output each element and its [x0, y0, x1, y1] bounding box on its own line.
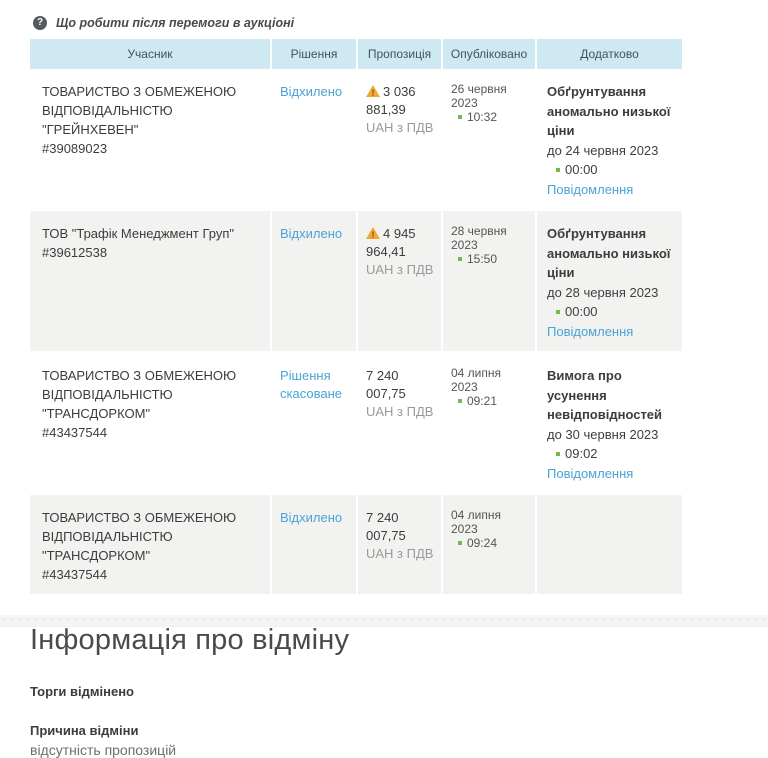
- column-header-proposal: Пропозиція: [356, 39, 441, 69]
- help-link[interactable]: Що робити після перемоги в аукціоні: [56, 16, 294, 30]
- extra-deadline-date: до 30 червня 2023: [547, 426, 659, 442]
- cancellation-reason-value: відсутність пропозицій: [30, 742, 177, 758]
- participant-cell: ТОВАРИСТВО З ОБМЕЖЕНОЮ ВІДПОВІДАЛЬНІСТЮ …: [30, 495, 270, 595]
- table-row: ТОВАРИСТВО З ОБМЕЖЕНОЮ ВІДПОВІДАЛЬНІСТЮ …: [30, 69, 692, 211]
- column-header-extra: Додатково: [535, 39, 682, 69]
- published-cell: 04 липня 2023 09:24: [441, 495, 535, 595]
- extra-deadline-time: 09:02: [565, 446, 598, 461]
- cancellation-section: Інформація про відміну Торги відмінено П…: [30, 624, 768, 758]
- participant-cell: ТОВ "Трафік Менеджмент Груп" #39612538: [30, 211, 270, 351]
- published-date: 28 червня 2023: [451, 224, 507, 252]
- message-link[interactable]: Повідомлення: [547, 180, 633, 200]
- published-cell: 28 червня 2023 15:50: [441, 211, 535, 351]
- extra-title: Обґрунтування аномально низької ціни: [547, 84, 671, 138]
- extra-deadline-date: до 24 червня 2023: [547, 142, 659, 158]
- proposal-cell: 4 945 964,41 UAH з ПДВ: [356, 211, 441, 351]
- message-link[interactable]: Повідомлення: [547, 464, 633, 484]
- decision-link[interactable]: Відхилено: [280, 509, 342, 527]
- bullet-icon: [458, 399, 462, 403]
- column-header-participant: Учасник: [30, 39, 270, 69]
- footer-band: [0, 615, 768, 627]
- participant-id: #39089023: [42, 140, 108, 156]
- bullet-icon: [458, 541, 462, 545]
- participant-id: #39612538: [42, 244, 108, 260]
- proposal-currency: UAH з ПДВ: [366, 262, 434, 278]
- table-row: ТОВАРИСТВО З ОБМЕЖЕНОЮ ВІДПОВІДАЛЬНІСТЮ …: [30, 353, 692, 495]
- qualification-table: Учасник Рішення Пропозиція Опубліковано …: [30, 39, 692, 597]
- bullet-icon: [556, 452, 560, 456]
- extra-cell: [535, 495, 682, 595]
- published-time: 09:21: [467, 394, 498, 408]
- participant-name: ТОВ "Трафік Менеджмент Груп": [42, 226, 234, 241]
- warning-icon: [366, 227, 380, 242]
- published-date: 04 липня 2023: [451, 508, 502, 536]
- participant-name: ТОВАРИСТВО З ОБМЕЖЕНОЮ ВІДПОВІДАЛЬНІСТЮ …: [42, 84, 237, 137]
- proposal-amount: 7 240 007,75: [366, 368, 406, 402]
- table-row: ТОВАРИСТВО З ОБМЕЖЕНОЮ ВІДПОВІДАЛЬНІСТЮ …: [30, 495, 692, 597]
- published-cell: 26 червня 2023 10:32: [441, 69, 535, 209]
- proposal-cell: 3 036 881,39 UAH з ПДВ: [356, 69, 441, 209]
- proposal-cell: 7 240 007,75 UAH з ПДВ: [356, 353, 441, 493]
- decision-cell: Рішення скасоване: [270, 353, 356, 493]
- participant-id: #43437544: [42, 424, 108, 440]
- extra-cell: Обґрунтування аномально низької ціни до …: [535, 211, 682, 351]
- table-header-row: Учасник Рішення Пропозиція Опубліковано …: [30, 39, 692, 69]
- message-link[interactable]: Повідомлення: [547, 322, 633, 342]
- column-header-published: Опубліковано: [441, 39, 535, 69]
- bullet-icon: [458, 257, 462, 261]
- extra-cell: Вимога про усунення невідповідностей до …: [535, 353, 682, 493]
- published-time: 09:24: [467, 536, 498, 550]
- table-row: ТОВ "Трафік Менеджмент Груп" #39612538 В…: [30, 211, 692, 353]
- column-header-decision: Рішення: [270, 39, 356, 69]
- cancellation-status: Торги відмінено: [30, 684, 134, 700]
- published-date: 04 липня 2023: [451, 366, 502, 394]
- proposal-currency: UAH з ПДВ: [366, 546, 434, 562]
- decision-link[interactable]: Рішення скасоване: [280, 367, 350, 403]
- participant-name: ТОВАРИСТВО З ОБМЕЖЕНОЮ ВІДПОВІДАЛЬНІСТЮ …: [42, 510, 237, 563]
- extra-title: Вимога про усунення невідповідностей: [547, 368, 663, 422]
- decision-link[interactable]: Відхилено: [280, 225, 342, 243]
- help-icon[interactable]: ?: [33, 16, 47, 30]
- proposal-amount: 7 240 007,75: [366, 510, 406, 544]
- help-row: ? Що робити після перемоги в аукціоні: [33, 16, 768, 30]
- participant-name: ТОВАРИСТВО З ОБМЕЖЕНОЮ ВІДПОВІДАЛЬНІСТЮ …: [42, 368, 237, 421]
- participant-cell: ТОВАРИСТВО З ОБМЕЖЕНОЮ ВІДПОВІДАЛЬНІСТЮ …: [30, 353, 270, 493]
- decision-cell: Відхилено: [270, 495, 356, 595]
- published-date: 26 червня 2023: [451, 82, 507, 110]
- proposal-currency: UAH з ПДВ: [366, 120, 434, 136]
- decision-link[interactable]: Відхилено: [280, 83, 342, 101]
- proposal-currency: UAH з ПДВ: [366, 404, 434, 420]
- published-cell: 04 липня 2023 09:21: [441, 353, 535, 493]
- bullet-icon: [556, 310, 560, 314]
- extra-deadline-time: 00:00: [565, 304, 598, 319]
- section-title: Інформація про відміну: [30, 624, 350, 657]
- decision-cell: Відхилено: [270, 211, 356, 351]
- bullet-icon: [556, 168, 560, 172]
- extra-deadline-date: до 28 червня 2023: [547, 284, 659, 300]
- published-time: 10:32: [467, 110, 498, 124]
- cancellation-reason-label: Причина відміни: [30, 723, 139, 739]
- participant-cell: ТОВАРИСТВО З ОБМЕЖЕНОЮ ВІДПОВІДАЛЬНІСТЮ …: [30, 69, 270, 209]
- bullet-icon: [458, 115, 462, 119]
- extra-title: Обґрунтування аномально низької ціни: [547, 226, 671, 280]
- decision-cell: Відхилено: [270, 69, 356, 209]
- published-time: 15:50: [467, 252, 498, 266]
- extra-deadline-time: 00:00: [565, 162, 598, 177]
- proposal-cell: 7 240 007,75 UAH з ПДВ: [356, 495, 441, 595]
- participant-id: #43437544: [42, 566, 108, 582]
- warning-icon: [366, 85, 380, 100]
- extra-cell: Обґрунтування аномально низької ціни до …: [535, 69, 682, 209]
